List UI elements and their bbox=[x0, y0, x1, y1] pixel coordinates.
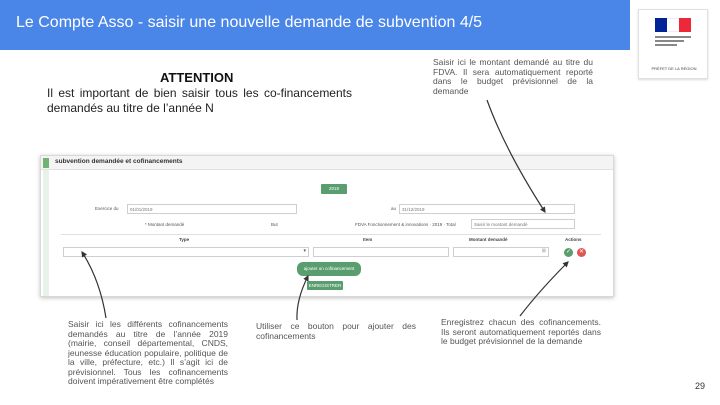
period-from-label: Exercice du bbox=[95, 206, 119, 211]
form-section-header: subvention demandée et cofinancements bbox=[41, 156, 613, 170]
annotation-cofinancing: Saisir ici les différents cofinancements… bbox=[68, 319, 228, 386]
annotation-amount: Saisir ici le montant demandé au titre d… bbox=[433, 57, 593, 96]
attention-text: Il est important de bien saisir tous les… bbox=[47, 86, 352, 115]
logo-caption: PRÉFET DE LA RÉGION bbox=[651, 66, 697, 71]
form-screenshot: subvention demandée et cofinancements 20… bbox=[40, 155, 614, 297]
amount-input[interactable]: Saisir le montant demandé bbox=[471, 219, 575, 229]
slide: Le Compte Asso - saisir une nouvelle dem… bbox=[0, 0, 720, 405]
year-button[interactable]: 2019 bbox=[321, 184, 347, 194]
divider bbox=[61, 234, 601, 235]
col-item-header: Item bbox=[363, 237, 373, 242]
page-title: Le Compte Asso - saisir une nouvelle dem… bbox=[16, 14, 483, 31]
french-flag-icon bbox=[655, 18, 691, 32]
save-button[interactable]: ENREGISTRER bbox=[307, 281, 343, 290]
goal-label: But bbox=[271, 222, 278, 227]
col-type-header: Type bbox=[179, 237, 190, 242]
prefecture-logo: PRÉFET DE LA RÉGION bbox=[638, 9, 708, 79]
page-number: 29 bbox=[695, 381, 706, 391]
title-bar: Le Compte Asso - saisir une nouvelle dem… bbox=[0, 0, 630, 50]
attention-heading: ATTENTION bbox=[160, 70, 234, 85]
amount-label: * Montant demandé bbox=[145, 222, 185, 227]
fdva-label: FDVA Fonctionnement & innovations · 2019… bbox=[355, 222, 456, 227]
add-cofinancing-button[interactable]: ajouter un cofinancement bbox=[297, 262, 361, 276]
col-actions-header: Actions bbox=[565, 237, 582, 242]
section-marker bbox=[43, 158, 49, 168]
annotation-add-button: Utiliser ce bouton pour ajouter des cofi… bbox=[256, 321, 416, 341]
dropdown-arrow-icon: ▾ bbox=[303, 248, 306, 254]
confirm-cofinancing-icon[interactable]: ✓ bbox=[564, 248, 573, 257]
col-amount-header: Montant demandé bbox=[469, 237, 508, 242]
period-to-input[interactable]: 31/12/2019 bbox=[399, 204, 575, 214]
logo-text-lines bbox=[655, 36, 691, 48]
clear-icon[interactable]: ⊠ bbox=[542, 248, 546, 254]
delete-cofinancing-icon[interactable]: ✕ bbox=[577, 248, 586, 257]
cofinancing-amount-input[interactable]: ⊠ bbox=[453, 247, 549, 257]
annotation-save: Enregistrez chacun des cofinancements. I… bbox=[441, 317, 601, 346]
period-to-label: au bbox=[391, 206, 397, 211]
cofinancing-type-select[interactable]: ▾ bbox=[63, 247, 309, 257]
form-section-title: subvention demandée et cofinancements bbox=[55, 158, 183, 165]
cofinancing-item-input[interactable] bbox=[313, 247, 449, 257]
period-from-input[interactable]: 01/01/2019 bbox=[127, 204, 297, 214]
form-side-strip bbox=[43, 170, 49, 296]
